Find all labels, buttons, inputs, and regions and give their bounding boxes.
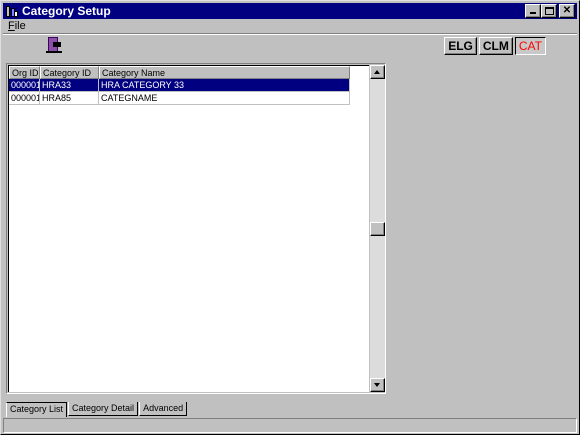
arrow-down-icon: [374, 383, 380, 387]
column-header-org-id[interactable]: Org ID: [9, 66, 40, 79]
cell-category-id: HRA33: [40, 79, 99, 92]
scroll-up-button[interactable]: [370, 65, 385, 79]
grid-header: Org ID Category ID Category Name: [9, 66, 369, 79]
category-grid[interactable]: Org ID Category ID Category Name 000001 …: [8, 65, 369, 392]
table-row[interactable]: 000001 HRA33 HRA CATEGORY 33: [9, 79, 369, 92]
vertical-scrollbar[interactable]: [370, 65, 385, 392]
title-bar[interactable]: Category Setup ✕: [3, 3, 577, 19]
cat-button[interactable]: CAT: [514, 37, 546, 55]
cell-org-id: 000001: [9, 92, 40, 105]
tab-strip: Category List Category Detail Advanced: [6, 402, 188, 417]
tab-category-detail[interactable]: Category Detail: [68, 402, 139, 416]
scroll-down-button[interactable]: [370, 378, 385, 392]
window-title: Category Setup: [22, 4, 111, 18]
column-header-category-name[interactable]: Category Name: [99, 66, 350, 79]
close-icon: ✕: [562, 5, 572, 16]
status-bar: [3, 418, 577, 433]
close-button[interactable]: ✕: [559, 4, 575, 18]
table-row[interactable]: 000001 HRA85 CATEGNAME: [9, 92, 369, 105]
elg-button[interactable]: ELG: [444, 37, 477, 55]
exit-door-icon[interactable]: [45, 36, 63, 54]
scroll-thumb[interactable]: [370, 222, 385, 236]
toolbar-separator: [3, 33, 577, 35]
cell-category-name: CATEGNAME: [99, 92, 350, 105]
category-grid-frame: Org ID Category ID Category Name 000001 …: [6, 63, 386, 394]
cell-category-id: HRA85: [40, 92, 99, 105]
menu-bar: File: [3, 19, 31, 33]
tab-category-list[interactable]: Category List: [6, 402, 68, 417]
tab-advanced[interactable]: Advanced: [139, 402, 188, 416]
app-chart-icon[interactable]: [5, 4, 19, 18]
category-setup-window: Category Setup ✕ File ELG CLM CAT Org ID…: [0, 0, 580, 435]
column-header-category-id[interactable]: Category ID: [40, 66, 99, 79]
clm-button[interactable]: CLM: [478, 37, 513, 55]
cell-org-id: 000001: [9, 79, 40, 92]
maximize-icon: [545, 7, 554, 15]
menu-file[interactable]: File: [3, 20, 31, 32]
maximize-button[interactable]: [541, 4, 557, 18]
cell-category-name: HRA CATEGORY 33: [99, 79, 350, 92]
arrow-up-icon: [374, 70, 380, 74]
window-controls: ✕: [525, 4, 575, 18]
minimize-icon: [530, 12, 536, 14]
module-buttons: ELG CLM CAT: [442, 37, 546, 55]
minimize-button[interactable]: [525, 4, 541, 18]
